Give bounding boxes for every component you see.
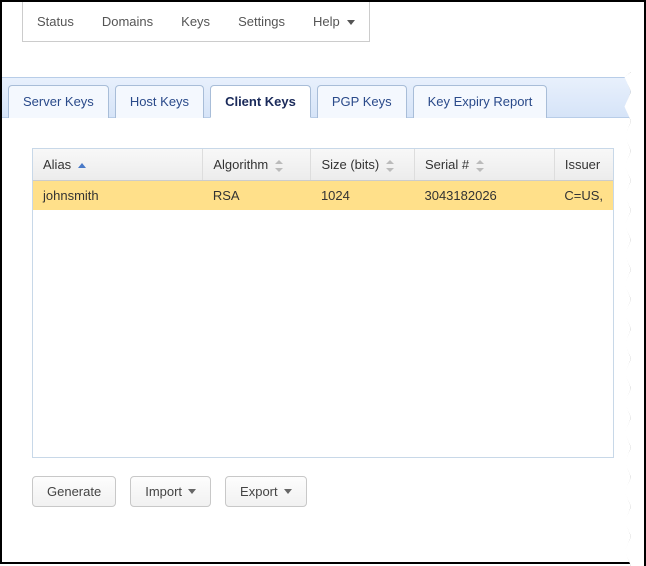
- keys-table: Alias Algorithm Size (bits) Serial: [33, 149, 613, 210]
- chevron-down-icon: [347, 20, 355, 25]
- cell-size: 1024: [311, 181, 415, 211]
- generate-button[interactable]: Generate: [32, 476, 116, 507]
- col-alias-label: Alias: [43, 157, 71, 172]
- col-algorithm-label: Algorithm: [213, 157, 268, 172]
- nav-settings[interactable]: Settings: [224, 2, 299, 41]
- col-algorithm[interactable]: Algorithm: [203, 149, 311, 181]
- tab-bar: Server Keys Host Keys Client Keys PGP Ke…: [2, 77, 644, 118]
- chevron-down-icon: [284, 489, 292, 494]
- col-size[interactable]: Size (bits): [311, 149, 415, 181]
- nav-domains[interactable]: Domains: [88, 2, 167, 41]
- col-issuer-label: Issuer: [565, 157, 600, 172]
- tab-pgp-keys[interactable]: PGP Keys: [317, 85, 407, 118]
- cell-alias: johnsmith: [33, 181, 203, 211]
- tab-key-expiry-report[interactable]: Key Expiry Report: [413, 85, 548, 118]
- top-nav: Status Domains Keys Settings Help: [22, 2, 370, 42]
- col-alias[interactable]: Alias: [33, 149, 203, 181]
- col-size-label: Size (bits): [321, 157, 379, 172]
- import-label: Import: [145, 484, 182, 499]
- col-serial-label: Serial #: [425, 157, 469, 172]
- col-serial[interactable]: Serial #: [414, 149, 554, 181]
- tab-host-keys[interactable]: Host Keys: [115, 85, 204, 118]
- export-button[interactable]: Export: [225, 476, 307, 507]
- sort-icon: [386, 161, 394, 171]
- nav-help-label: Help: [313, 14, 340, 29]
- content-panel: Alias Algorithm Size (bits) Serial: [2, 118, 644, 527]
- nav-status[interactable]: Status: [23, 2, 88, 41]
- chevron-down-icon: [188, 489, 196, 494]
- button-bar: Generate Import Export: [32, 476, 614, 507]
- cell-issuer: C=US,: [554, 181, 613, 211]
- cell-algorithm: RSA: [203, 181, 311, 211]
- tab-server-keys[interactable]: Server Keys: [8, 85, 109, 118]
- table-row[interactable]: johnsmith RSA 1024 3043182026 C=US,: [33, 181, 613, 211]
- nav-keys[interactable]: Keys: [167, 2, 224, 41]
- sort-icon: [275, 161, 283, 171]
- sort-icon: [476, 161, 484, 171]
- keys-table-container: Alias Algorithm Size (bits) Serial: [32, 148, 614, 458]
- import-button[interactable]: Import: [130, 476, 211, 507]
- cell-serial: 3043182026: [414, 181, 554, 211]
- sort-asc-icon: [78, 163, 86, 168]
- export-label: Export: [240, 484, 278, 499]
- nav-help[interactable]: Help: [299, 2, 369, 41]
- col-issuer[interactable]: Issuer: [554, 149, 613, 181]
- tab-client-keys[interactable]: Client Keys: [210, 85, 311, 118]
